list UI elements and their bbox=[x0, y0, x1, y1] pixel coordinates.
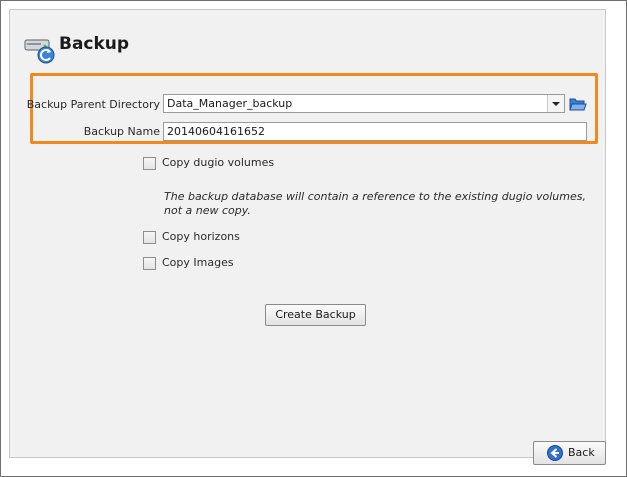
page-title: Backup bbox=[59, 34, 130, 54]
copy-dugio-label: Copy dugio volumes bbox=[162, 156, 275, 169]
parent-directory-combobox[interactable]: Data_Manager_backup bbox=[163, 94, 565, 113]
backup-name-input[interactable] bbox=[163, 122, 587, 141]
copy-dugio-checkbox[interactable] bbox=[143, 157, 156, 170]
backup-drive-icon bbox=[24, 39, 55, 64]
folder-open-icon[interactable] bbox=[569, 96, 587, 112]
copy-images-checkbox[interactable] bbox=[143, 257, 156, 270]
content-panel: Backup Backup Parent Directory Data_Mana… bbox=[9, 9, 606, 465]
backup-name-label: Backup Name bbox=[83, 125, 160, 138]
dugio-note: The backup database will contain a refer… bbox=[164, 190, 586, 217]
chevron-down-icon[interactable] bbox=[547, 95, 564, 112]
copy-horizons-checkbox[interactable] bbox=[143, 231, 156, 244]
back-arrow-icon bbox=[547, 445, 563, 461]
window-frame: Backup Backup Parent Directory Data_Mana… bbox=[0, 0, 627, 477]
copy-images-label: Copy Images bbox=[162, 256, 234, 269]
back-button-label: Back bbox=[568, 446, 595, 459]
back-button[interactable]: Back bbox=[533, 441, 606, 465]
parent-directory-value: Data_Manager_backup bbox=[167, 97, 293, 110]
parent-directory-label: Backup Parent Directory bbox=[26, 98, 160, 111]
copy-horizons-label: Copy horizons bbox=[162, 230, 240, 243]
create-backup-button[interactable]: Create Backup bbox=[265, 304, 366, 326]
